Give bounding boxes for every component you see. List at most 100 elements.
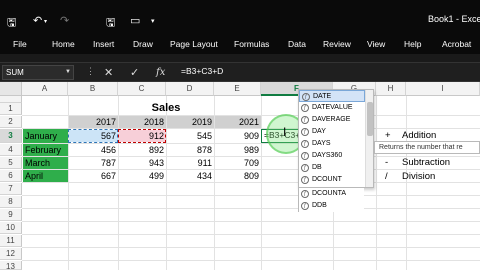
reference-outline-b3 <box>68 129 118 143</box>
operator-label: Addition <box>402 130 437 141</box>
tab-page-layout[interactable]: Page Layout <box>170 39 218 49</box>
undo-dropdown-icon[interactable]: ▾ <box>44 18 47 25</box>
autocomplete-scrollbar[interactable] <box>365 90 373 187</box>
tab-insert[interactable]: Insert <box>93 39 114 49</box>
grid-line <box>406 96 407 270</box>
insert-function-button[interactable]: fx <box>156 67 165 78</box>
save-as-icon[interactable]: 🖫 <box>106 14 115 33</box>
tab-help[interactable]: Help <box>404 39 421 49</box>
tab-draw[interactable]: Draw <box>133 39 153 49</box>
row-header-5[interactable]: 5 <box>0 157 22 169</box>
autocomplete-item[interactable]: ƒ DCOUNTA <box>298 188 364 200</box>
formula-input[interactable]: =B3+C3+D <box>181 66 223 76</box>
operator-symbol: - <box>385 157 389 168</box>
autocomplete-item[interactable]: ƒ DATEVALUE <box>299 102 365 114</box>
column-header-c[interactable]: C <box>118 82 166 96</box>
row-header-10[interactable]: 10 <box>0 222 22 234</box>
value-cell-b6[interactable]: 667 <box>69 170 118 182</box>
autocomplete-item[interactable]: ƒ DAYS <box>299 138 365 150</box>
tab-acrobat[interactable]: Acrobat <box>442 39 471 49</box>
page-layout-icon[interactable]: ▭ <box>130 14 140 27</box>
value-cell-b5[interactable]: 787 <box>69 157 118 169</box>
row-header-2[interactable]: 2 <box>0 116 22 128</box>
month-cell-a6[interactable]: April <box>23 170 68 182</box>
tab-review[interactable]: Review <box>323 39 351 49</box>
month-cell-a3[interactable]: January <box>23 129 68 143</box>
value-cell-c5[interactable]: 943 <box>119 157 166 169</box>
tab-file[interactable]: File <box>13 39 27 49</box>
value-cell-b4[interactable]: 456 <box>69 144 118 156</box>
month-cell-a4[interactable]: February <box>23 144 68 156</box>
value-cell-e4[interactable]: 989 <box>215 144 261 156</box>
row-header-top-filler <box>0 96 22 103</box>
value-cell-d5[interactable]: 911 <box>167 157 214 169</box>
column-header-i[interactable]: I <box>406 82 480 96</box>
tab-home[interactable]: Home <box>52 39 75 49</box>
row-header-6[interactable]: 6 <box>0 170 22 182</box>
customize-toolbar-icon[interactable]: ▾ <box>151 17 155 25</box>
year-cell-b2[interactable]: 2017 <box>69 116 118 128</box>
year-cell-c2[interactable]: 2018 <box>119 116 166 128</box>
reference-outline-c3 <box>118 129 166 143</box>
document-title: Book1 - Exce <box>428 14 480 24</box>
column-header-h[interactable]: H <box>376 82 406 96</box>
sales-title-cell[interactable]: Sales <box>118 101 214 115</box>
autocomplete-item[interactable]: ƒ DAYS360 <box>299 150 365 162</box>
autocomplete-item[interactable]: ƒ DATE <box>299 90 365 102</box>
year-cell-e2[interactable]: 2021 <box>215 116 261 128</box>
value-cell-e6[interactable]: 809 <box>215 170 261 182</box>
month-cell-a5[interactable]: March <box>23 157 68 169</box>
undo-icon[interactable]: ↶ <box>33 14 42 27</box>
value-cell-e5[interactable]: 709 <box>215 157 261 169</box>
function-icon: ƒ <box>301 202 309 210</box>
function-icon: ƒ <box>301 140 309 148</box>
operator-symbol: / <box>385 171 388 182</box>
select-all-corner[interactable] <box>0 82 22 96</box>
tab-view[interactable]: View <box>367 39 385 49</box>
chevron-down-icon[interactable]: ▼ <box>65 69 71 75</box>
autocomplete-item[interactable]: ƒ DAVERAGE <box>299 114 365 126</box>
function-tooltip: Returns the number that re <box>374 141 480 154</box>
grid-line <box>22 221 480 222</box>
row-header-9[interactable]: 9 <box>0 209 22 221</box>
row-header-7[interactable]: 7 <box>0 183 22 195</box>
column-header-d[interactable]: D <box>166 82 214 96</box>
row-header-8[interactable]: 8 <box>0 196 22 208</box>
row-header-3[interactable]: 3 <box>0 129 22 143</box>
row-header-12[interactable]: 12 <box>0 248 22 260</box>
column-header-e[interactable]: E <box>214 82 261 96</box>
tab-data[interactable]: Data <box>288 39 306 49</box>
tab-formulas[interactable]: Formulas <box>234 39 269 49</box>
name-box[interactable]: SUM <box>2 65 74 80</box>
value-cell-d3[interactable]: 545 <box>167 130 214 142</box>
row-header-1[interactable]: 1 <box>0 103 22 115</box>
function-icon: ƒ <box>301 128 309 136</box>
row-header-4[interactable]: 4 <box>0 144 22 156</box>
autocomplete-item[interactable]: ƒ DDB <box>298 200 364 212</box>
save-icon[interactable]: 🖫 <box>7 14 16 33</box>
grid-line <box>22 208 480 209</box>
row-header-11[interactable]: 11 <box>0 235 22 247</box>
function-autocomplete-list[interactable]: ƒ DATE ƒ DATEVALUE ƒ DAVERAGE ƒ DAY ƒ DAYS ƒD… <box>298 89 374 188</box>
column-header-a[interactable]: A <box>22 82 68 96</box>
value-cell-d6[interactable]: 434 <box>167 170 214 182</box>
grid-line <box>22 260 480 261</box>
more-options-icon[interactable]: ⋮ <box>86 66 95 77</box>
year-cell-d2[interactable]: 2019 <box>167 116 214 128</box>
redo-icon[interactable]: ↷ <box>60 14 69 27</box>
column-header-b[interactable]: B <box>68 82 118 96</box>
operator-label: Division <box>402 171 436 182</box>
value-cell-c4[interactable]: 892 <box>119 144 166 156</box>
autocomplete-item[interactable]: ƒ DCOUNT <box>299 174 365 186</box>
row-header-13[interactable]: 13 <box>0 261 22 270</box>
value-cell-c6[interactable]: 499 <box>119 170 166 182</box>
worksheet-grid[interactable]: A B C D E F G H I 1 2 3 4 5 6 7 8 9 10 1… <box>0 82 480 270</box>
value-cell-d4[interactable]: 878 <box>167 144 214 156</box>
scrollbar-thumb[interactable] <box>367 102 373 136</box>
enter-button[interactable]: ✓ <box>130 66 139 79</box>
cancel-button[interactable]: ✕ <box>104 66 113 79</box>
autocomplete-item[interactable]: ƒ DAY <box>299 126 365 138</box>
autocomplete-item[interactable]: ƒ DB <box>299 162 365 174</box>
function-icon: ƒ <box>301 164 309 172</box>
value-cell-e3[interactable]: 909 <box>215 130 261 142</box>
